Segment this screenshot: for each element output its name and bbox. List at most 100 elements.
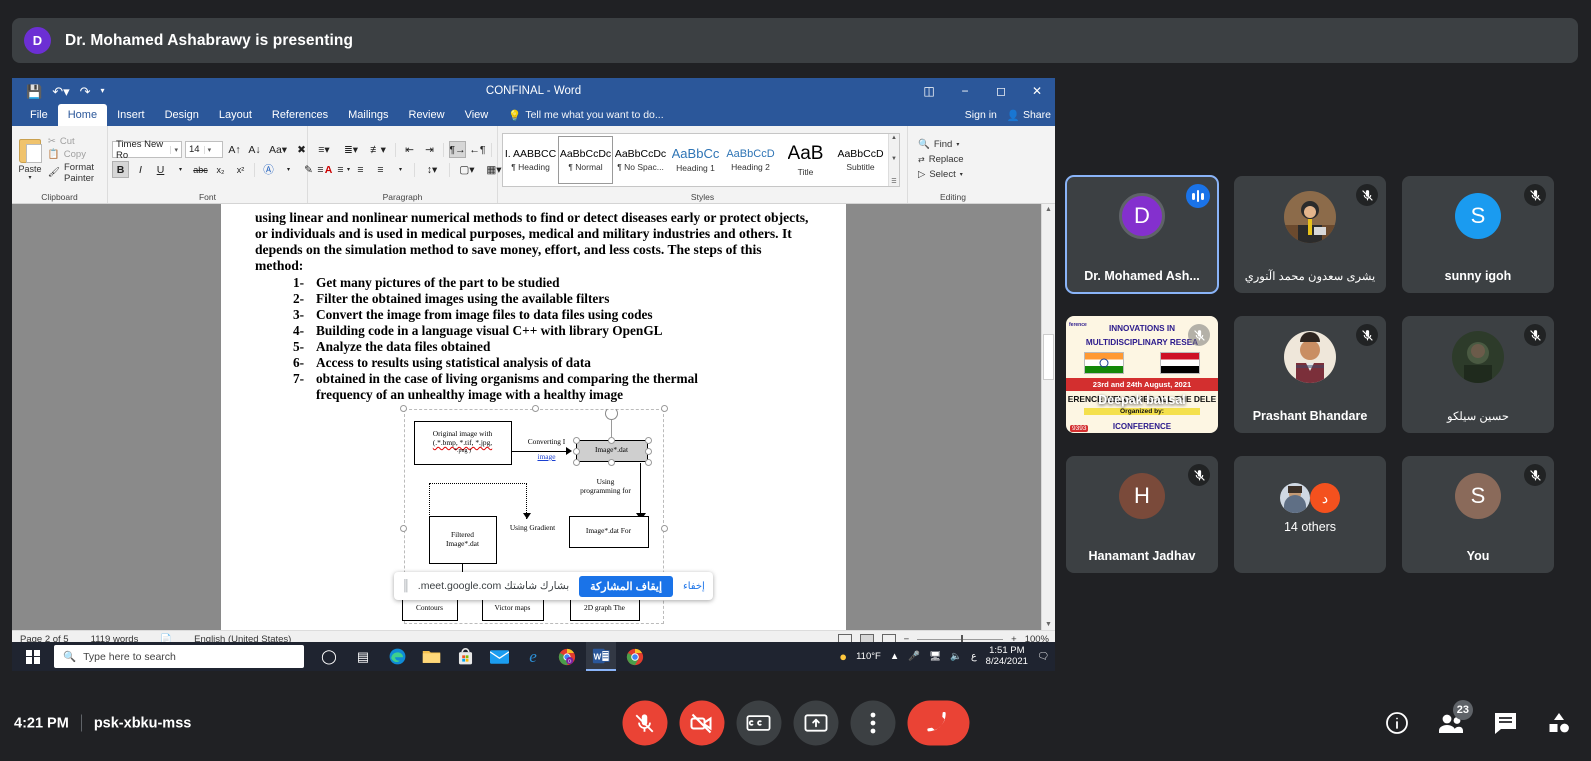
style-heading-2[interactable]: AaBbCcD Heading 2 <box>723 135 778 184</box>
styles-gallery-scrollbar[interactable]: ▲ ▼ ☰ <box>888 133 899 186</box>
increase-indent-button[interactable]: ⇥ <box>421 141 438 158</box>
stop-sharing-button[interactable]: إيقاف المشاركة <box>579 575 674 597</box>
find-button[interactable]: 🔍 Find ▾ <box>918 139 964 150</box>
align-left-button[interactable]: ≡ <box>312 161 329 178</box>
internet-explorer-icon[interactable]: e <box>518 642 548 671</box>
tab-references[interactable]: References <box>262 104 338 126</box>
taskbar-search-input[interactable]: 🔍 Type here to search <box>54 645 304 668</box>
style-title[interactable]: AaB Title <box>778 135 833 184</box>
participant-tile-hanamant-jadhav[interactable]: H Hanamant Jadhav <box>1066 456 1218 573</box>
justify-dropdown-icon[interactable]: ▾ <box>392 161 409 178</box>
participant-tile-you[interactable]: S You <box>1402 456 1554 573</box>
grow-font-button[interactable]: A↑ <box>226 141 243 158</box>
ltr-text-direction-button[interactable]: ¶→ <box>449 141 466 158</box>
flowchart-filtered-box[interactable]: Filtered Image*.dat <box>428 515 497 564</box>
select-dropdown-icon[interactable]: ▾ <box>960 171 963 178</box>
bold-button[interactable]: B <box>112 161 129 178</box>
paste-dropdown-icon[interactable]: ▾ <box>28 174 31 181</box>
multilevel-list-button[interactable]: ≢▾ <box>366 141 390 158</box>
shape-handle[interactable] <box>572 458 580 466</box>
scrollbar-thumb[interactable] <box>1043 334 1054 380</box>
scroll-down-icon[interactable]: ▼ <box>1045 621 1052 628</box>
resize-handle[interactable] <box>399 524 407 532</box>
gallery-more-icon[interactable]: ☰ <box>891 178 896 185</box>
style-normal[interactable]: AaBbCcDc ¶ Normal <box>558 135 613 184</box>
screen-share-control-bar[interactable]: ║ بشارك شاشتك meet.google.com. إيقاف الم… <box>394 572 713 600</box>
leave-call-button[interactable] <box>907 700 969 746</box>
language-indicator[interactable]: ع <box>971 651 977 662</box>
ribbon-body[interactable]: Paste ▾ ✂ Cut 📋 Copy 🖌 Format Painter Cl… <box>12 126 1055 204</box>
tab-design[interactable]: Design <box>155 104 209 126</box>
ribbon-display-options-button[interactable]: ◫ <box>911 78 947 104</box>
temperature-label[interactable]: 110°F <box>856 651 881 662</box>
change-case-button[interactable]: Aa▾ <box>266 141 290 158</box>
underline-dropdown-icon[interactable]: ▾ <box>172 161 189 178</box>
windows-taskbar[interactable]: 🔍 Type here to search ◯ ▤ e D W ● 110°F … <box>12 642 1055 671</box>
shape-handle[interactable] <box>644 436 652 444</box>
meeting-details-button[interactable] <box>1383 709 1411 737</box>
captions-button[interactable] <box>736 700 781 746</box>
zoom-slider[interactable] <box>917 635 1004 644</box>
shape-handle[interactable] <box>607 458 615 466</box>
font-name-combo[interactable]: Times New Ro ▾ <box>112 139 182 161</box>
find-dropdown-icon[interactable]: ▾ <box>956 141 959 148</box>
shape-handle[interactable] <box>572 447 580 455</box>
participant-tile-dr-mohamed[interactable]: D Dr. Mohamed Ash... <box>1065 175 1219 294</box>
microphone-icon[interactable]: 🎤 <box>908 651 920 662</box>
copy-button[interactable]: 📋 Copy <box>48 149 103 160</box>
subscript-button[interactable]: x₂ <box>212 161 229 178</box>
word-icon[interactable]: W <box>586 642 616 671</box>
scroll-up-icon[interactable]: ▲ <box>1045 206 1052 213</box>
flowchart-2d-graph-box[interactable]: 2D graph The <box>569 596 640 621</box>
style-subtitle[interactable]: AaBbCcD Subtitle <box>833 135 888 184</box>
hide-share-bar-button[interactable]: إخفاء <box>683 581 705 592</box>
quick-access-toolbar[interactable]: 💾 ↶▾ ↷ ▾ <box>12 85 105 98</box>
windows-start-icon[interactable] <box>12 642 54 671</box>
flowchart-imagedat-for-box[interactable]: Image*.dat For <box>568 515 649 548</box>
underline-button[interactable]: U <box>152 161 169 178</box>
customize-qat-icon[interactable]: ▾ <box>101 87 105 95</box>
activities-button[interactable] <box>1545 709 1573 737</box>
styles-gallery-items[interactable]: I. AABBCC ¶ Heading AaBbCcDc ¶ Normal Aa… <box>503 134 888 186</box>
drag-grip-icon[interactable]: ║ <box>402 580 410 592</box>
window-controls[interactable]: ◫ − ◻ ✕ <box>911 78 1055 104</box>
participant-tile-prashant-bhandare[interactable]: Prashant Bhandare <box>1234 316 1386 433</box>
meeting-controls[interactable] <box>622 700 969 746</box>
tell-me-search[interactable]: 💡 Tell me what you want to do... <box>498 104 663 126</box>
resize-handle[interactable] <box>531 404 539 412</box>
text-effects-button[interactable]: Ⓐ <box>260 161 277 178</box>
strikethrough-button[interactable]: abc <box>192 161 209 178</box>
tab-insert[interactable]: Insert <box>107 104 155 126</box>
restore-button[interactable]: ◻ <box>983 78 1019 104</box>
ribbon-tab-strip[interactable]: File Home Insert Design Layout Reference… <box>12 104 1055 126</box>
justify-button[interactable]: ≡ <box>372 161 389 178</box>
participant-tile-bushra[interactable]: يشرى سعدون محمد الٓنوري <box>1234 176 1386 293</box>
numbering-button[interactable]: ≣▾ <box>339 141 363 158</box>
mic-off-button[interactable] <box>622 700 667 746</box>
tab-layout[interactable]: Layout <box>209 104 262 126</box>
line-spacing-button[interactable]: ↕▾ <box>420 161 444 178</box>
redo-icon[interactable]: ↷ <box>80 85 91 98</box>
task-view-icon[interactable]: ▤ <box>348 642 378 671</box>
edge-icon[interactable] <box>382 642 412 671</box>
styles-gallery[interactable]: I. AABBCC ¶ Heading AaBbCcDc ¶ Normal Aa… <box>502 132 900 187</box>
shape-handle[interactable] <box>607 436 615 444</box>
save-icon[interactable]: 💾 <box>26 85 42 98</box>
close-button[interactable]: ✕ <box>1019 78 1055 104</box>
decrease-indent-button[interactable]: ⇤ <box>401 141 418 158</box>
tab-home[interactable]: Home <box>57 104 108 126</box>
participants-button[interactable]: 23 <box>1437 700 1473 737</box>
participant-tile-sunny-igoh[interactable]: S sunny igoh <box>1402 176 1554 293</box>
resize-handle[interactable] <box>399 404 407 412</box>
file-explorer-icon[interactable] <box>416 642 446 671</box>
tab-review[interactable]: Review <box>399 104 455 126</box>
microsoft-store-icon[interactable] <box>450 642 480 671</box>
center-button[interactable]: ≡ <box>332 161 349 178</box>
more-options-button[interactable] <box>850 700 895 746</box>
paste-button[interactable]: Paste ▾ <box>16 128 44 191</box>
share-button[interactable]: 👤 Share <box>1007 109 1051 122</box>
chrome-opera-icon[interactable]: D <box>552 642 582 671</box>
document-page[interactable]: using linear and nonlinear numerical met… <box>221 204 846 630</box>
chat-button[interactable] <box>1491 709 1519 737</box>
tab-mailings[interactable]: Mailings <box>338 104 398 126</box>
